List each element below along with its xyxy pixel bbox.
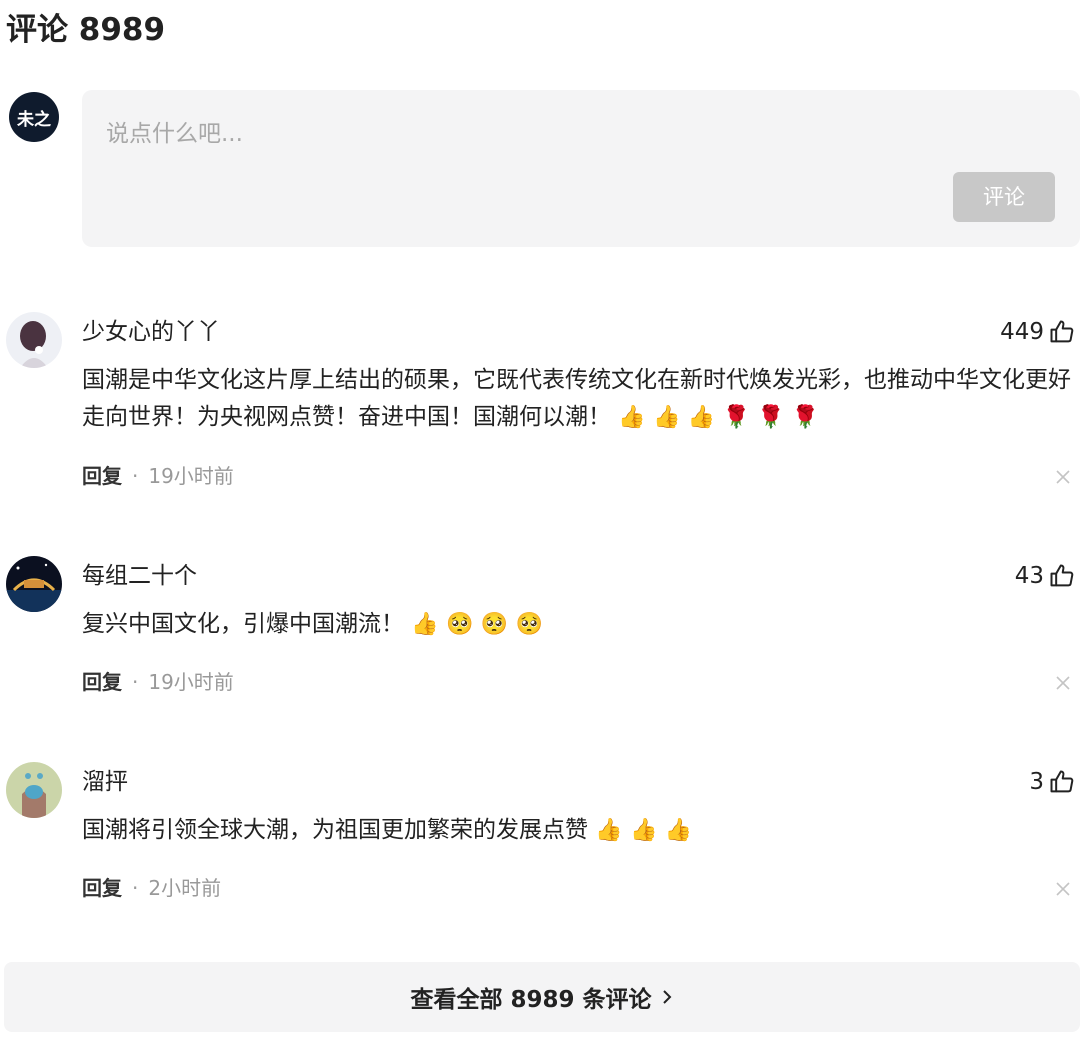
comments-section: 评论 8989 未之 评论 少女心的丫丫 449 国潮是中华文化这片厚上结出的硕… (0, 0, 1080, 1043)
submit-comment-button[interactable]: 评论 (953, 172, 1055, 222)
close-icon[interactable] (1054, 880, 1072, 898)
like-count: 43 (1014, 563, 1044, 589)
thumbs-up-emoji: 👍 (630, 817, 658, 843)
comment-username[interactable]: 每组二十个 (82, 560, 197, 592)
avatar[interactable] (6, 312, 62, 368)
like-count: 3 (1029, 769, 1044, 795)
thumbs-up-emoji: 👍 (618, 404, 646, 430)
close-icon[interactable] (1054, 468, 1072, 486)
comment-username[interactable]: 少女心的丫丫 (82, 316, 220, 348)
comment-time: 19小时前 (148, 670, 234, 694)
comment-meta: 回复 · 2小时前 (82, 874, 221, 902)
rose-emoji: 🌹 (757, 404, 785, 430)
comment-text: 国潮将引领全球大潮，为祖国更加繁荣的发展点赞 👍 👍 👍 (82, 812, 1076, 849)
thumbs-up-icon (1050, 564, 1074, 587)
thumbs-up-emoji: 👍 (595, 817, 623, 843)
thumbs-up-emoji: 👍 (687, 404, 716, 430)
comment-meta: 回复 · 19小时前 (82, 668, 234, 696)
view-all-comments-button[interactable]: 查看全部 8989 条评论 (4, 962, 1080, 1032)
like-button[interactable]: 3 (1029, 766, 1076, 798)
pleading-face-emoji: 🥺 (515, 611, 543, 637)
avatar[interactable] (6, 762, 62, 818)
comment-text: 国潮是中华文化这片厚上结出的硕果，它既代表传统文化在新时代焕发光彩，也推动中华文… (82, 362, 1076, 436)
comment-time: 19小时前 (148, 464, 234, 488)
close-icon[interactable] (1054, 674, 1072, 692)
thumbs-up-emoji: 👍 (411, 611, 439, 637)
reply-button[interactable]: 回复 (82, 876, 122, 900)
separator-dot: · (132, 876, 139, 900)
comment-username[interactable]: 溜抨 (82, 766, 128, 798)
avatar[interactable] (6, 556, 62, 612)
comment-input[interactable] (106, 114, 906, 154)
view-all-label: 查看全部 8989 条评论 (410, 987, 652, 1013)
chevron-right-icon (662, 990, 671, 1004)
reply-button[interactable]: 回复 (82, 670, 122, 694)
comment-composer: 评论 (82, 90, 1080, 247)
reply-button[interactable]: 回复 (82, 464, 122, 488)
thumbs-up-icon (1050, 770, 1074, 793)
comment-time: 2小时前 (148, 876, 222, 900)
like-button[interactable]: 43 (1015, 560, 1076, 592)
like-button[interactable]: 449 (1000, 316, 1076, 348)
avatar: 未之 (9, 92, 59, 142)
comment-meta: 回复 · 19小时前 (82, 462, 234, 490)
rose-emoji: 🌹 (791, 404, 820, 430)
comment-text: 复兴中国文化，引爆中国潮流！ 👍 🥺 🥺 🥺 (82, 606, 1076, 643)
like-count: 449 (1000, 319, 1044, 345)
separator-dot: · (132, 464, 139, 488)
thumbs-up-emoji: 👍 (664, 817, 693, 843)
thumbs-up-emoji: 👍 (653, 404, 681, 430)
pleading-face-emoji: 🥺 (446, 611, 474, 637)
thumbs-up-icon (1050, 320, 1074, 343)
separator-dot: · (132, 670, 139, 694)
page-title: 评论 8989 (6, 12, 166, 48)
rose-emoji: 🌹 (722, 404, 750, 430)
pleading-face-emoji: 🥺 (480, 611, 509, 637)
